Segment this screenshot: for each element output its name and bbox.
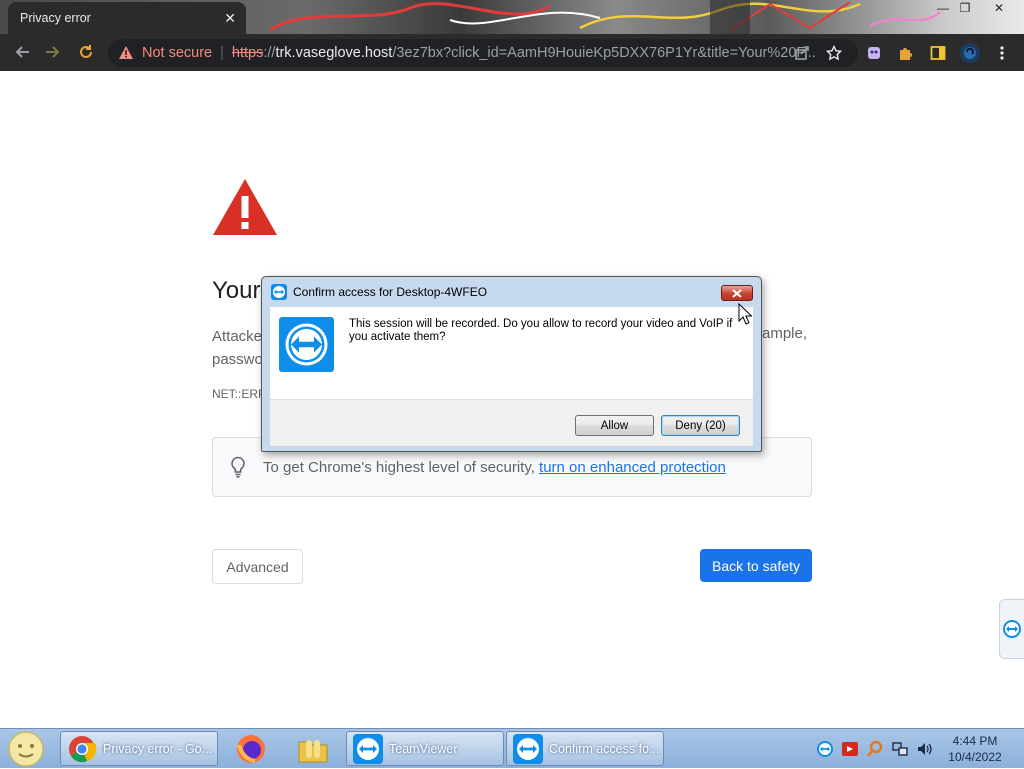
- search-icon[interactable]: [866, 740, 884, 758]
- dialog-titlebar[interactable]: Confirm access for Desktop-4WFEO: [262, 277, 761, 307]
- tab-close-icon[interactable]: ✕: [224, 10, 236, 27]
- reload-icon[interactable]: [71, 37, 101, 67]
- enhanced-protection-link[interactable]: turn on enhanced protection: [539, 459, 726, 476]
- description-line-1-end: ample,: [762, 325, 808, 342]
- teamviewer-icon: [1003, 620, 1021, 638]
- tab-strip: Privacy error ✕ — ❐ ✕: [0, 0, 1024, 34]
- warning-triangle-icon[interactable]: [118, 45, 134, 61]
- advanced-button[interactable]: Advanced: [212, 549, 303, 584]
- tab-privacy-error[interactable]: Privacy error ✕: [8, 2, 246, 34]
- taskbar-clock[interactable]: 4:44 PM 10/4/2022: [940, 733, 1010, 765]
- share-icon[interactable]: [790, 38, 814, 68]
- url-path: /3ez7bx?click_id=AamH9HouieKp5DXX76P1Yr&…: [392, 45, 816, 61]
- lightbulb-icon: [231, 456, 245, 478]
- teamviewer-icon: [513, 733, 543, 764]
- theme-background-art: [269, 0, 941, 34]
- enhanced-protection-prompt: To get Chrome's highest level of securit…: [263, 458, 540, 476]
- enhanced-protection-text: To get Chrome's highest level of securit…: [263, 459, 726, 476]
- dialog-close-button[interactable]: [721, 285, 753, 301]
- taskbar-item-teamviewer[interactable]: TeamViewer: [346, 731, 504, 766]
- address-bar[interactable]: Not secure | https :// trk.vaseglove.hos…: [108, 39, 858, 67]
- address-separator: |: [220, 45, 224, 61]
- windows-taskbar: Privacy error - Go... TeamViewer Confirm…: [0, 728, 1024, 768]
- dialog-footer: Allow Deny (20): [270, 399, 753, 446]
- dialog-message: This session will be recorded. Do you al…: [349, 318, 733, 343]
- network-icon[interactable]: [891, 740, 909, 758]
- confirm-access-dialog: Confirm access for Desktop-4WFEO This se…: [261, 276, 762, 452]
- speaker-icon[interactable]: [916, 740, 934, 758]
- clock-date: 10/4/2022: [948, 750, 1002, 764]
- close-window-button[interactable]: ✕: [986, 0, 1012, 18]
- taskbar-pin-explorer[interactable]: [290, 731, 336, 766]
- puzzle-icon[interactable]: [894, 38, 918, 68]
- taskbar-item-label: TeamViewer: [389, 741, 458, 756]
- teamviewer-icon: [271, 284, 287, 300]
- url-host: trk.vaseglove.host: [275, 45, 393, 61]
- tab-title: Privacy error: [20, 11, 91, 25]
- taskbar-item-label: Confirm access fo...: [549, 741, 660, 756]
- teamviewer-icon: [353, 733, 383, 764]
- start-button[interactable]: [6, 730, 46, 768]
- close-icon: [732, 288, 742, 298]
- deny-button[interactable]: Deny (20): [661, 415, 740, 436]
- forward-arrow-icon[interactable]: [38, 37, 68, 67]
- folder-icon: [298, 739, 328, 762]
- url-scheme: https: [231, 45, 264, 61]
- dialog-title: Confirm access for Desktop-4WFEO: [293, 285, 488, 299]
- teamviewer-icon[interactable]: [816, 740, 834, 758]
- star-icon[interactable]: [822, 38, 846, 68]
- firefox-icon: [237, 734, 265, 763]
- chrome-icon: [69, 735, 97, 762]
- taskbar-item-chrome[interactable]: Privacy error - Go...: [60, 731, 218, 766]
- browser-toolbar: Not secure | https :// trk.vaseglove.hos…: [0, 34, 1024, 71]
- allow-button[interactable]: Allow: [575, 415, 654, 436]
- back-to-safety-button[interactable]: Back to safety: [700, 549, 812, 582]
- record-icon[interactable]: [841, 740, 859, 758]
- system-tray: [816, 729, 941, 769]
- url-scheme-separator: ://: [263, 45, 276, 61]
- teamviewer-icon: [279, 317, 334, 372]
- taskbar-item-label: Privacy error - Go...: [103, 741, 213, 756]
- kebab-menu-icon[interactable]: [991, 38, 1013, 68]
- back-arrow-icon[interactable]: [7, 37, 37, 67]
- page-heading: Your: [212, 277, 261, 304]
- maximize-button[interactable]: ❐: [952, 0, 978, 18]
- teamviewer-side-tab[interactable]: [999, 599, 1024, 659]
- profile-avatar-icon[interactable]: [957, 38, 983, 68]
- extension-icon[interactable]: [862, 38, 886, 68]
- mouse-cursor-icon: [738, 303, 752, 325]
- sidepanel-icon[interactable]: [926, 38, 950, 68]
- clock-time: 4:44 PM: [952, 734, 998, 748]
- not-secure-label[interactable]: Not secure: [142, 45, 212, 61]
- taskbar-pin-firefox[interactable]: [228, 731, 274, 766]
- warning-triangle-icon: [213, 179, 277, 235]
- taskbar-item-confirm-access[interactable]: Confirm access fo...: [506, 731, 664, 766]
- dialog-content: This session will be recorded. Do you al…: [270, 307, 753, 399]
